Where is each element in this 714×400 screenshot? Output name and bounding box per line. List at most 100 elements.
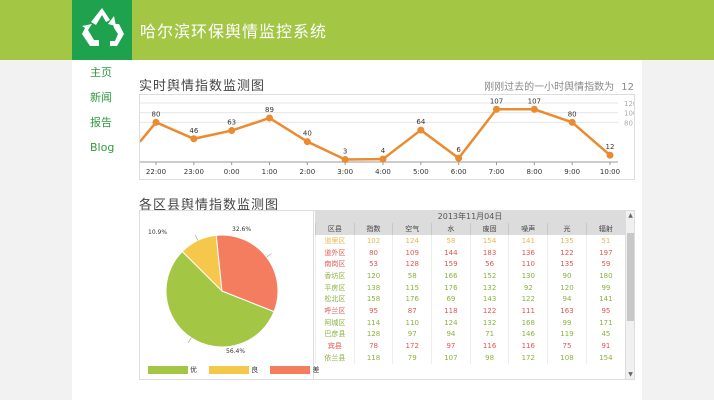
table-body: 道里区 102 124 58 154 141 135 51 道外区 80 109 144 183 136 1… <box>315 235 625 364</box>
nav-report-link[interactable]: 报告 <box>90 116 114 129</box>
table-row[interactable]: 巴彦县 128 97 94 71 146 119 45 <box>315 328 625 341</box>
table-cell: 95 <box>585 305 625 317</box>
table-cell: 168 <box>508 316 548 329</box>
main-content: 主页 新闻 报告 Blog 实时舆情指数监测图 刚刚过去的一小时舆情指数为 12… <box>72 60 642 400</box>
table-cell: 122 <box>469 305 509 317</box>
data-label: 80 <box>568 110 577 118</box>
table-cell: 135 <box>547 258 587 271</box>
table-header-cell: 废固 <box>469 223 509 235</box>
table-cell: 75 <box>547 340 587 352</box>
x-tick-label: 22:00 <box>146 168 166 176</box>
table-cell: 宾县 <box>315 340 355 352</box>
data-label: 46 <box>189 127 198 135</box>
table-cell: 59 <box>585 258 625 271</box>
data-point <box>455 154 463 162</box>
table-header-cell: 空气 <box>392 223 432 235</box>
table-row[interactable]: 南岗区 53 128 159 56 110 135 59 <box>315 258 625 271</box>
table-row[interactable]: 依兰县 118 79 107 98 172 108 154 <box>315 351 625 364</box>
table-cell: 180 <box>585 270 625 282</box>
table-cell: 176 <box>431 281 471 294</box>
table-cell: 巴彦县 <box>315 328 355 341</box>
table-cell: 122 <box>508 293 548 306</box>
table-row[interactable]: 阿城区 114 110 124 132 168 99 171 <box>315 316 625 329</box>
table-cell: 92 <box>508 281 548 294</box>
table-cell: 136 <box>508 246 548 259</box>
y-tick-label: 120 <box>624 100 634 108</box>
table-scrollbar[interactable]: ▲ ▼ <box>625 211 634 379</box>
table-cell: 依兰县 <box>315 351 355 364</box>
sidebar-nav: 主页 新闻 报告 Blog <box>90 66 114 166</box>
table-row[interactable]: 平房区 138 115 176 132 92 120 99 <box>315 281 625 294</box>
nav-news-link[interactable]: 新闻 <box>90 91 114 104</box>
scroll-up-icon[interactable]: ▲ <box>626 211 634 220</box>
header-bar: 哈尔滨环保舆情监控系统 <box>0 0 714 60</box>
table-cell: 道外区 <box>315 246 355 259</box>
data-point <box>152 118 160 126</box>
data-label: 63 <box>227 119 236 127</box>
table-row[interactable]: 道里区 102 124 58 154 141 135 51 <box>315 235 625 247</box>
table-cell: 138 <box>353 281 393 294</box>
table-row[interactable]: 呼兰区 95 87 118 122 111 163 95 <box>315 305 625 317</box>
left-margin <box>0 0 72 400</box>
recycle-logo-icon[interactable] <box>72 0 132 60</box>
table-cell: 53 <box>353 258 393 271</box>
table-row[interactable]: 道外区 80 109 144 183 136 122 197 <box>315 246 625 259</box>
last-hour-index-label: 刚刚过去的一小时舆情指数为 <box>484 82 615 93</box>
table-header-cell: 区县 <box>315 223 355 235</box>
table-cell: 110 <box>392 316 432 329</box>
table-cell: 141 <box>585 293 625 306</box>
table-date: 2013年11月04日 <box>315 211 625 223</box>
data-point <box>228 127 236 135</box>
table-cell: 90 <box>547 270 587 282</box>
legend-swatch-fair <box>209 366 250 374</box>
district-table-area: 2013年11月04日 区县 指数 空气水废固 噪声光辐射 道里区 102 124 58 15… <box>315 211 634 379</box>
table-cell: 香坊区 <box>315 270 355 282</box>
table-cell: 阿城区 <box>315 316 355 329</box>
data-label: 3 <box>343 148 347 156</box>
nav-blog-link[interactable]: Blog <box>90 141 114 154</box>
data-label: 64 <box>416 118 425 126</box>
table-cell: 114 <box>353 316 393 329</box>
scroll-thumb[interactable] <box>627 233 634 321</box>
table-cell: 118 <box>431 305 471 317</box>
district-panel: 56.4% 10.9% 32.6% 优 良 差 2013年11月04日 区县 指数 空气… <box>139 210 635 380</box>
right-margin <box>642 0 714 400</box>
data-point <box>303 138 311 146</box>
table-cell: 171 <box>585 316 625 329</box>
table-cell: 132 <box>469 281 509 294</box>
table-cell: 197 <box>585 246 625 259</box>
table-cell: 107 <box>431 351 471 364</box>
table-header-cell: 光 <box>547 223 587 235</box>
table-cell: 南岗区 <box>315 258 355 271</box>
nav-home-link[interactable]: 主页 <box>90 66 114 79</box>
pie-chart-svg: 56.4% 10.9% 32.6% <box>148 226 279 355</box>
pie-leader-line <box>187 337 192 344</box>
table-cell: 144 <box>431 246 471 259</box>
table-row[interactable]: 松北区 158 176 69 143 122 94 141 <box>315 293 625 306</box>
x-tick-label: 8:00 <box>526 168 542 176</box>
table-cell: 124 <box>431 316 471 329</box>
table-cell: 154 <box>585 351 625 364</box>
table-cell: 166 <box>431 270 471 282</box>
table-cell: 143 <box>469 293 509 306</box>
table-cell: 158 <box>353 293 393 306</box>
table-cell: 141 <box>508 235 548 247</box>
data-point <box>417 126 425 134</box>
table-row[interactable]: 香坊区 120 58 166 152 130 90 180 <box>315 270 625 282</box>
data-label: 12 <box>606 143 615 151</box>
x-tick-label: 5:00 <box>413 168 429 176</box>
scroll-down-icon[interactable]: ▼ <box>626 370 634 379</box>
legend-swatch-good <box>148 366 188 374</box>
table-cell: 118 <box>353 351 393 364</box>
table-cell: 108 <box>547 351 587 364</box>
legend-label-fair: 良 <box>251 366 259 374</box>
data-point <box>530 105 538 113</box>
data-point <box>568 118 576 126</box>
legend-label-good: 优 <box>190 366 197 374</box>
table-cell: 128 <box>392 258 432 271</box>
table-header-row: 区县 指数 空气水废固 噪声光辐射 <box>315 223 625 235</box>
table-cell: 120 <box>353 270 393 282</box>
table-row[interactable]: 宾县 78 172 97 116 116 75 91 <box>315 340 625 352</box>
table-header-cell: 辐射 <box>585 223 625 235</box>
data-point <box>379 155 387 163</box>
